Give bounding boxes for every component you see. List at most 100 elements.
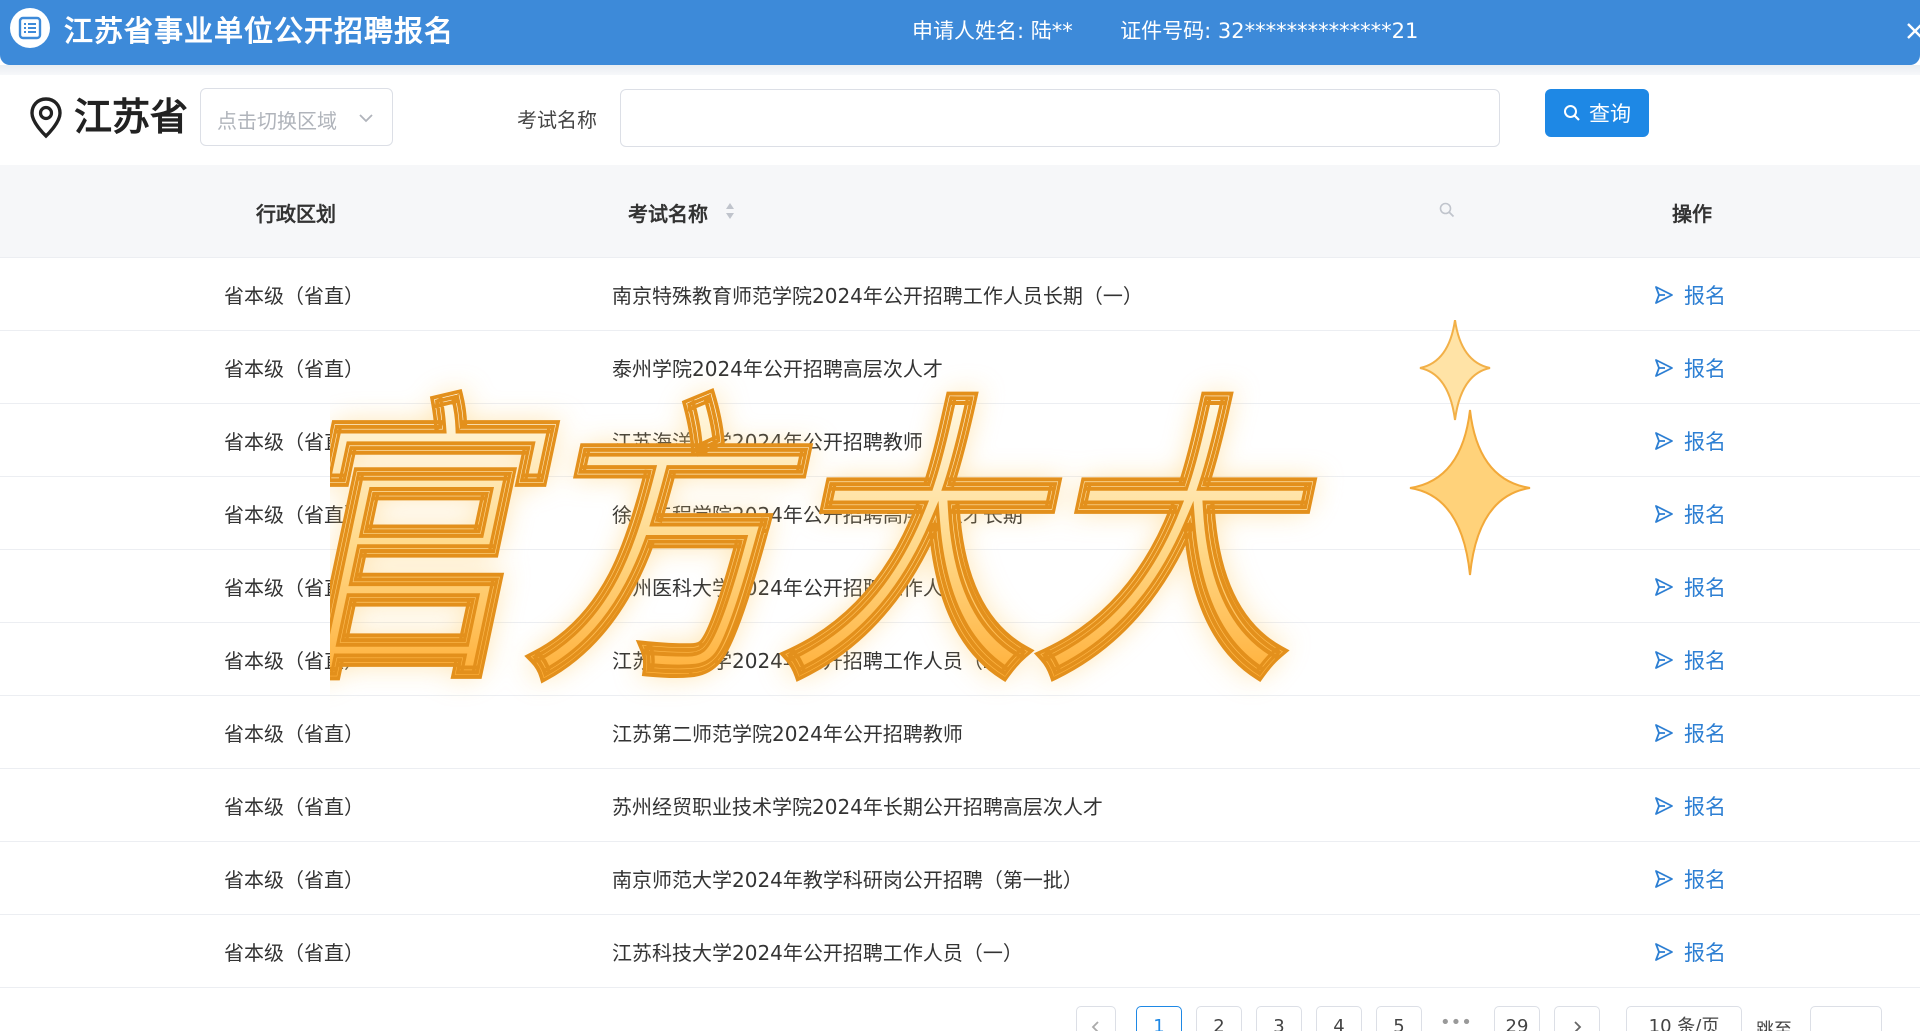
page-jump-label: 跳至	[1756, 1020, 1792, 1031]
exam-name-label: 考试名称	[517, 108, 597, 132]
page-button[interactable]: 29	[1494, 1006, 1540, 1031]
send-icon	[1655, 943, 1673, 961]
row-exam-name: 徐州工程学院2024年公开招聘高层次人才长期	[612, 503, 1023, 527]
location-pin-icon	[28, 96, 64, 140]
signup-label: 报名	[1684, 941, 1726, 965]
applicant-info: 申请人姓名: 陆** 证件号码: 32**************21	[912, 14, 1418, 48]
app-logo-icon	[10, 8, 50, 48]
signup-button[interactable]: 报名	[1654, 718, 1726, 748]
close-icon[interactable]	[1900, 14, 1920, 46]
top-bar-shadow	[0, 65, 1920, 75]
next-page-button[interactable]	[1554, 1006, 1600, 1031]
page-button[interactable]: 2	[1196, 1006, 1242, 1031]
table-row: 省本级（省直） 江苏海洋大学2024年公开招聘教师（第 报名	[0, 404, 1920, 477]
signup-button[interactable]: 报名	[1654, 864, 1726, 894]
signup-button[interactable]: 报名	[1654, 572, 1726, 602]
row-exam-name: 徐州医科大学2024年公开招聘工作人员	[612, 576, 963, 600]
row-exam-name: 泰州学院2024年公开招聘高层次人才	[612, 357, 943, 381]
row-exam-name: 南京特殊教育师范学院2024年公开招聘工作人员长期（一）	[612, 284, 1143, 308]
row-exam-name: 江苏第二师范学院2024年公开招聘教师	[612, 722, 963, 746]
table-row: 省本级（省直） 徐州工程学院2024年公开招聘高层次人才长期 报名	[0, 477, 1920, 550]
row-region: 省本级（省直）	[224, 357, 364, 381]
page-button[interactable]: 1	[1136, 1006, 1182, 1031]
row-region: 省本级（省直）	[224, 649, 364, 673]
send-icon	[1655, 651, 1673, 669]
send-icon	[1655, 286, 1673, 304]
signup-label: 报名	[1684, 284, 1726, 308]
search-icon	[1564, 105, 1580, 121]
signup-button[interactable]: 报名	[1654, 791, 1726, 821]
top-bar: 江苏省事业单位公开招聘报名 申请人姓名: 陆** 证件号码: 32*******…	[0, 0, 1920, 65]
pagination: 1 2 3 4 5 ••• 29 10 条/页 跳至	[0, 1006, 1920, 1031]
table-row: 省本级（省直） 泰州学院2024年公开招聘高层次人才 报名	[0, 331, 1920, 404]
region-select-placeholder: 点击切换区域	[217, 109, 337, 133]
applicant-name: 陆**	[1030, 19, 1073, 43]
signup-label: 报名	[1684, 503, 1726, 527]
exam-name-input[interactable]	[620, 89, 1500, 147]
sort-icon[interactable]	[724, 200, 736, 222]
row-region: 省本级（省直）	[224, 795, 364, 819]
column-header-action: 操作	[1672, 202, 1712, 226]
row-exam-name: 江苏科技大学2024年公开招聘工作人员（一）	[612, 941, 1023, 965]
row-region: 省本级（省直）	[224, 576, 364, 600]
send-icon	[1655, 797, 1673, 815]
signup-label: 报名	[1684, 430, 1726, 454]
row-region: 省本级（省直）	[224, 868, 364, 892]
signup-button[interactable]: 报名	[1654, 353, 1726, 383]
prev-page-button[interactable]	[1076, 1006, 1116, 1031]
row-exam-name: 南京师范大学2024年教学科研岗公开招聘（第一批）	[612, 868, 1083, 892]
table-row: 省本级（省直） 江苏科技大学2024年公开招聘工作人员（二） 报名	[0, 623, 1920, 696]
row-exam-name: 江苏海洋大学2024年公开招聘教师（第	[612, 430, 963, 454]
id-number-label: 证件号码:	[1120, 19, 1212, 43]
chevron-down-icon	[359, 114, 373, 123]
signup-button[interactable]: 报名	[1654, 499, 1726, 529]
table-row: 省本级（省直） 南京师范大学2024年教学科研岗公开招聘（第一批） 报名	[0, 842, 1920, 915]
signup-button[interactable]: 报名	[1654, 937, 1726, 967]
send-icon	[1655, 505, 1673, 523]
page-jump-input[interactable]	[1810, 1006, 1882, 1031]
row-region: 省本级（省直）	[224, 430, 364, 454]
row-region: 省本级（省直）	[224, 722, 364, 746]
table-row: 省本级（省直） 江苏科技大学2024年公开招聘工作人员（一） 报名	[0, 915, 1920, 988]
signup-label: 报名	[1684, 357, 1726, 381]
signup-label: 报名	[1684, 576, 1726, 600]
page-size-select[interactable]: 10 条/页	[1626, 1006, 1742, 1031]
applicant-name-label: 申请人姓名:	[912, 19, 1025, 43]
row-region: 省本级（省直）	[224, 284, 364, 308]
send-icon	[1655, 578, 1673, 596]
signup-label: 报名	[1684, 795, 1726, 819]
province-name: 江苏省	[74, 95, 189, 139]
signup-button[interactable]: 报名	[1654, 280, 1726, 310]
signup-label: 报名	[1684, 868, 1726, 892]
query-button-label: 查询	[1589, 102, 1631, 126]
chevron-right-icon	[1574, 1021, 1582, 1031]
send-icon	[1655, 870, 1673, 888]
table-header: 行政区划 考试名称 操作	[0, 165, 1920, 258]
send-icon	[1655, 724, 1673, 742]
page-button[interactable]: 4	[1316, 1006, 1362, 1031]
table-row: 省本级（省直） 江苏第二师范学院2024年公开招聘教师 报名	[0, 696, 1920, 769]
table-row: 省本级（省直） 徐州医科大学2024年公开招聘工作人员 报名	[0, 550, 1920, 623]
table-row: 省本级（省直） 南京特殊教育师范学院2024年公开招聘工作人员长期（一） 报名	[0, 258, 1920, 331]
app-title: 江苏省事业单位公开招聘报名	[64, 14, 455, 48]
table-row: 省本级（省直） 苏州经贸职业技术学院2024年长期公开招聘高层次人才 报名	[0, 769, 1920, 842]
region-select[interactable]: 点击切换区域	[200, 88, 393, 146]
signup-label: 报名	[1684, 649, 1726, 673]
column-search-icon[interactable]	[1438, 201, 1456, 219]
table-body: 省本级（省直） 南京特殊教育师范学院2024年公开招聘工作人员长期（一） 报名 …	[0, 258, 1920, 988]
page-ellipsis[interactable]: •••	[1440, 1012, 1472, 1031]
signup-button[interactable]: 报名	[1654, 645, 1726, 675]
column-header-exam-name[interactable]: 考试名称	[628, 198, 708, 227]
signup-label: 报名	[1684, 722, 1726, 746]
page-button[interactable]: 3	[1256, 1006, 1302, 1031]
signup-button[interactable]: 报名	[1654, 426, 1726, 456]
row-region: 省本级（省直）	[224, 941, 364, 965]
row-exam-name: 苏州经贸职业技术学院2024年长期公开招聘高层次人才	[612, 795, 1103, 819]
send-icon	[1655, 359, 1673, 377]
send-icon	[1655, 432, 1673, 450]
id-number: 32**************21	[1217, 19, 1419, 43]
query-button[interactable]: 查询	[1545, 89, 1649, 137]
row-exam-name: 江苏科技大学2024年公开招聘工作人员（二）	[612, 649, 1023, 673]
column-header-region: 行政区划	[256, 202, 336, 226]
page-button[interactable]: 5	[1376, 1006, 1422, 1031]
